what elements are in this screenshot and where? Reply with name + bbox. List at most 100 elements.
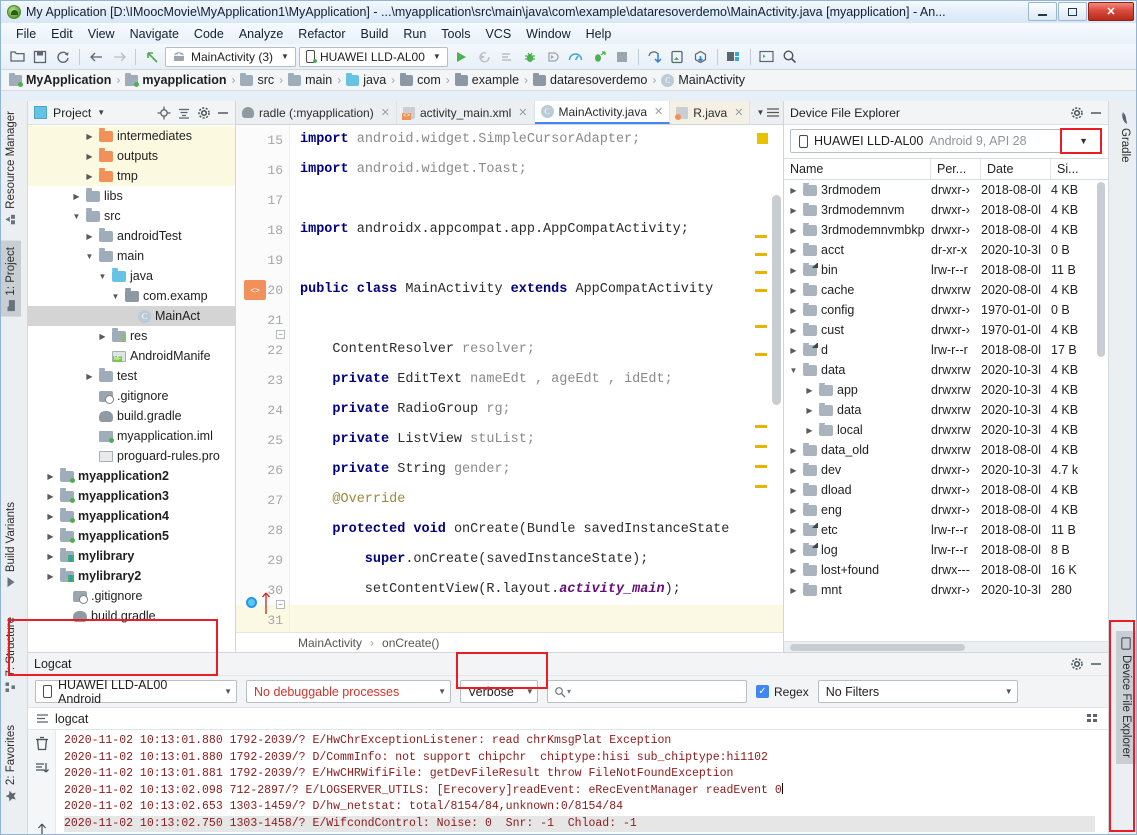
tree-node[interactable]: AndroidManife bbox=[28, 346, 235, 366]
close-icon[interactable]: ✕ bbox=[654, 105, 663, 118]
chevron-right-icon[interactable]: ▶ bbox=[788, 246, 799, 255]
editor-scrollbar[interactable] bbox=[772, 195, 781, 405]
logcat-process-selector[interactable]: No debuggable processes ▼ bbox=[246, 680, 451, 703]
dfe-device-selector[interactable]: HUAWEI LLD-AL00 Android 9, API 28 ▼ bbox=[790, 129, 1102, 153]
menu-item-run[interactable]: Run bbox=[396, 25, 433, 43]
save-all-icon[interactable] bbox=[30, 47, 50, 67]
maximize-button[interactable] bbox=[1058, 2, 1087, 21]
search-icon[interactable] bbox=[780, 47, 800, 67]
chevron-right-icon[interactable]: ▶ bbox=[84, 132, 95, 141]
menu-item-vcs[interactable]: VCS bbox=[478, 25, 518, 43]
run-configuration-selector[interactable]: MainActivity (3) ▼ bbox=[165, 46, 296, 67]
breadcrumb-item-dataresoverdemo[interactable]: dataresoverdemo bbox=[533, 72, 647, 87]
chevron-right-icon[interactable]: ▶ bbox=[804, 406, 815, 415]
chevron-right-icon[interactable]: ▶ bbox=[84, 152, 95, 161]
gear-icon[interactable] bbox=[1070, 106, 1084, 120]
sidebar-item-favorites[interactable]: 2: Favorites bbox=[1, 719, 21, 808]
gear-icon[interactable] bbox=[197, 106, 211, 120]
chevron-right-icon[interactable]: ▶ bbox=[788, 446, 799, 455]
code-line[interactable] bbox=[300, 185, 783, 215]
tree-node[interactable]: ▶ myapplication3 bbox=[28, 486, 235, 506]
chevron-down-icon[interactable]: ▼ bbox=[218, 687, 232, 696]
logcat-search-input[interactable]: ▾ bbox=[547, 680, 747, 703]
apply-changes-icon[interactable] bbox=[474, 47, 494, 67]
list-icon[interactable] bbox=[767, 108, 780, 117]
tree-node[interactable]: .gitignore bbox=[28, 586, 235, 606]
editor-status-crumb[interactable]: MainActivity bbox=[298, 636, 362, 650]
code-line[interactable]: @Override bbox=[300, 485, 783, 515]
source-code[interactable]: import android.widget.SimpleCursorAdapte… bbox=[290, 125, 783, 632]
chevron-down-icon[interactable]: ▼ bbox=[756, 108, 764, 117]
tree-node[interactable]: ▼ src bbox=[28, 206, 235, 226]
breadcrumb-item-src[interactable]: src bbox=[240, 72, 274, 87]
scroll-up-icon[interactable] bbox=[35, 822, 49, 834]
forward-icon[interactable] bbox=[109, 47, 129, 67]
chevron-right-icon[interactable]: ▶ bbox=[84, 372, 95, 381]
chevron-right-icon[interactable]: ▶ bbox=[45, 492, 56, 501]
breadcrumb-item-myapplication[interactable]: MyApplication bbox=[9, 72, 111, 87]
tree-node[interactable]: proguard-rules.pro bbox=[28, 446, 235, 466]
dfe-col-date[interactable]: Date bbox=[981, 159, 1051, 179]
chevron-right-icon[interactable]: ▶ bbox=[45, 532, 56, 541]
code-line[interactable] bbox=[290, 605, 783, 632]
chevron-down-icon[interactable]: ▼ bbox=[1079, 136, 1097, 146]
menu-item-refactor[interactable]: Refactor bbox=[291, 25, 352, 43]
chevron-right-icon[interactable]: ▶ bbox=[788, 326, 799, 335]
chevron-right-icon[interactable]: ▶ bbox=[45, 472, 56, 481]
logcat-tab-label[interactable]: logcat bbox=[55, 712, 88, 726]
code-area[interactable]: 151617181920212223242526272829303132<> −… bbox=[236, 125, 783, 632]
terminal-icon[interactable] bbox=[757, 47, 777, 67]
sidebar-item-device-file-explorer[interactable]: Device File Explorer bbox=[1116, 631, 1136, 764]
tree-node[interactable]: ▶ androidTest bbox=[28, 226, 235, 246]
close-icon[interactable]: ✕ bbox=[381, 106, 390, 119]
logcat-level-selector[interactable]: Verbose ▼ bbox=[460, 680, 538, 703]
tree-node[interactable]: ▶ libs bbox=[28, 186, 235, 206]
tree-node[interactable]: ▶ mylibrary bbox=[28, 546, 235, 566]
debug-icon[interactable] bbox=[520, 47, 540, 67]
tree-node[interactable]: ▶ outputs bbox=[28, 146, 235, 166]
sidebar-item-project[interactable]: 1: Project bbox=[1, 241, 21, 317]
tree-node[interactable]: build.gradle bbox=[28, 406, 235, 426]
dfe-file-row[interactable]: ▶ config drwxr-› 1970-01-0ǀ 0 B bbox=[784, 300, 1108, 320]
breadcrumb-item-myapplication[interactable]: myapplication bbox=[125, 72, 226, 87]
dfe-file-row[interactable]: ▶ data drwxrw 2020-10-3ǀ 4 KB bbox=[784, 400, 1108, 420]
sdk-manager-icon[interactable] bbox=[691, 47, 711, 67]
chevron-right-icon[interactable]: ▶ bbox=[788, 206, 799, 215]
code-line[interactable]: setContentView(R.layout.activity_main); bbox=[300, 575, 783, 605]
tree-node[interactable]: ▶ res bbox=[28, 326, 235, 346]
dfe-file-row[interactable]: ▶ lost+found drwx--- 2018-08-0ǀ 16 K bbox=[784, 560, 1108, 580]
tree-node[interactable]: ▶ myapplication5 bbox=[28, 526, 235, 546]
chevron-down-icon[interactable]: ▼ bbox=[97, 272, 108, 281]
chevron-right-icon[interactable]: ▶ bbox=[788, 466, 799, 475]
gear-icon[interactable] bbox=[1070, 657, 1084, 671]
project-structure-icon[interactable] bbox=[724, 47, 744, 67]
dfe-file-row[interactable]: ▶ mnt drwxr-› 2020-10-3ǀ 280 bbox=[784, 580, 1108, 600]
dfe-file-list[interactable]: ▶ 3rdmodem drwxr-› 2018-08-0ǀ 4 KB ▶ 3rdmodemn… bbox=[784, 180, 1108, 641]
sync-icon[interactable] bbox=[53, 47, 73, 67]
sync-gradle-icon[interactable] bbox=[645, 47, 665, 67]
tree-node[interactable]: ▶ mylibrary2 bbox=[28, 566, 235, 586]
code-line[interactable]: public class MainActivity extends AppCom… bbox=[300, 275, 783, 305]
chevron-down-icon[interactable]: ▼ bbox=[110, 292, 121, 301]
chevron-down-icon[interactable]: ▼ bbox=[999, 687, 1013, 696]
code-line[interactable]: ContentResolver resolver; bbox=[300, 335, 783, 365]
chevron-right-icon[interactable]: ▶ bbox=[788, 506, 799, 515]
fold-icon[interactable]: − bbox=[276, 600, 285, 609]
code-line[interactable] bbox=[300, 245, 783, 275]
tree-node[interactable]: ▶ tmp bbox=[28, 166, 235, 186]
dfe-file-row[interactable]: ▶ 3rdmodemnvm drwxr-› 2018-08-0ǀ 4 KB bbox=[784, 200, 1108, 220]
chevron-right-icon[interactable]: ▶ bbox=[804, 426, 815, 435]
fold-icon[interactable]: − bbox=[276, 330, 285, 339]
dfe-file-row[interactable]: ▶ dload drwxr-› 2018-08-0ǀ 4 KB bbox=[784, 480, 1108, 500]
chevron-down-icon[interactable]: ▼ bbox=[97, 108, 105, 117]
tree-node[interactable]: ▶ intermediates bbox=[28, 126, 235, 146]
tree-node[interactable]: ▼ main bbox=[28, 246, 235, 266]
dfe-file-row[interactable]: ▶ acct dr-xr-x 2020-10-3ǀ 0 B bbox=[784, 240, 1108, 260]
chevron-right-icon[interactable]: ▶ bbox=[788, 286, 799, 295]
checkbox-icon[interactable]: ✓ bbox=[756, 685, 769, 698]
chevron-right-icon[interactable]: ▶ bbox=[45, 512, 56, 521]
code-line[interactable]: import android.widget.SimpleCursorAdapte… bbox=[300, 125, 783, 155]
menu-item-navigate[interactable]: Navigate bbox=[123, 25, 186, 43]
sidebar-item-build-variants[interactable]: Build Variants bbox=[1, 496, 21, 593]
tree-node[interactable]: ▼ com.examp bbox=[28, 286, 235, 306]
